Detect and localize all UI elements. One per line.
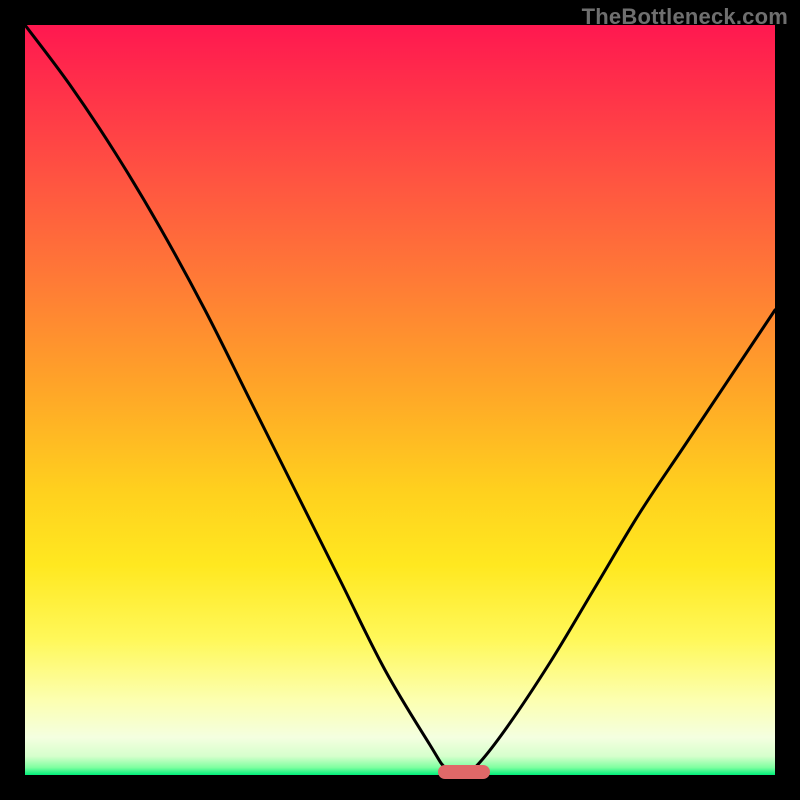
bottleneck-curve-svg — [25, 25, 775, 775]
watermark-text: TheBottleneck.com — [582, 4, 788, 30]
optimum-marker — [438, 765, 491, 779]
image-root: TheBottleneck.com — [0, 0, 800, 800]
bottleneck-curve-path — [25, 25, 775, 775]
plot-area — [25, 25, 775, 775]
